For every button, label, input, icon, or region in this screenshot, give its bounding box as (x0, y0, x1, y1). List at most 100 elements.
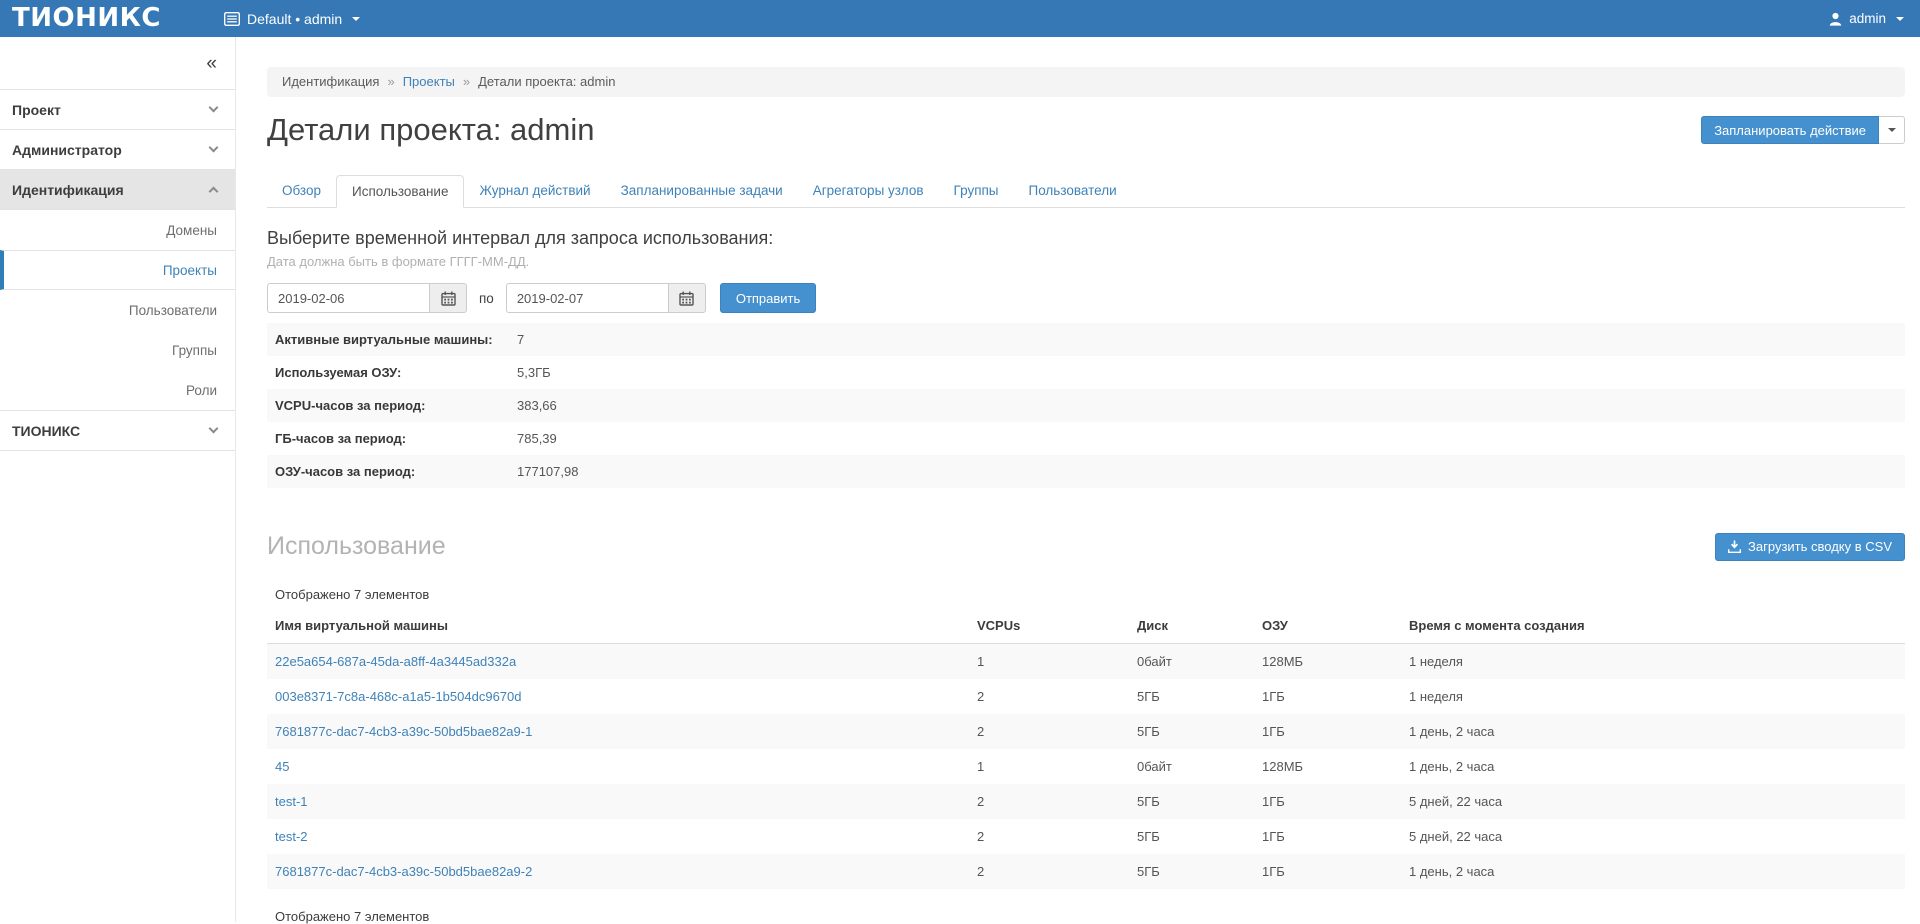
stat-label: VCPU-часов за период: (267, 398, 517, 413)
vm-name-link[interactable]: 7681877c-dac7-4cb3-a39c-50bd5bae82a9-1 (275, 724, 532, 739)
column-header-vcpus: VCPUs (969, 608, 1129, 644)
title-row: Детали проекта: admin Запланировать дейс… (267, 111, 1905, 149)
vm-name-cell: test-2 (267, 819, 969, 854)
usage-form-heading: Выберите временной интервал для запроса … (267, 228, 1905, 249)
breadcrumb-item: Идентификация (282, 74, 379, 89)
tab-action-log[interactable]: Журнал действий (464, 175, 605, 208)
vm-age-cell: 1 неделя (1401, 644, 1905, 679)
vm-age-cell: 1 день, 2 часа (1401, 714, 1905, 749)
vm-name-link[interactable]: 22e5a654-687a-45da-a8ff-4a3445ad332a (275, 654, 516, 669)
vm-age-cell: 1 день, 2 часа (1401, 854, 1905, 889)
vm-name-link[interactable]: 7681877c-dac7-4cb3-a39c-50bd5bae82a9-2 (275, 864, 532, 879)
caret-down-icon (1896, 17, 1904, 21)
vm-ram-cell: 128МБ (1254, 749, 1401, 784)
chevron-down-icon (209, 103, 219, 113)
tab-users[interactable]: Пользователи (1014, 175, 1132, 208)
vm-disk-cell: 5ГБ (1129, 679, 1254, 714)
chevron-down-icon (209, 424, 219, 434)
calendar-icon[interactable] (668, 283, 706, 313)
stat-label: ГБ-часов за период: (267, 431, 517, 446)
vm-ram-cell: 1ГБ (1254, 714, 1401, 749)
usage-section-title: Использование (267, 532, 446, 561)
sidebar-collapse-button[interactable]: « (206, 54, 217, 73)
to-label: по (479, 291, 494, 306)
date-to-input[interactable] (506, 283, 668, 313)
tab-overview[interactable]: Обзор (267, 175, 336, 208)
vm-disk-cell: 0байт (1129, 644, 1254, 679)
topbar: ТИОНИКС Default • admin admin (0, 0, 1920, 37)
context-switcher[interactable]: Default • admin (224, 11, 360, 27)
vm-name-cell: 7681877c-dac7-4cb3-a39c-50bd5bae82a9-1 (267, 714, 969, 749)
stat-label: ОЗУ-часов за период: (267, 464, 517, 479)
tab-scheduled-tasks[interactable]: Запланированные задачи (606, 175, 798, 208)
context-label: Default • admin (247, 11, 342, 27)
vm-vcpus-cell: 2 (969, 784, 1129, 819)
sidebar-section-label: ТИОНИКС (12, 423, 80, 439)
sidebar-item-users[interactable]: Пользователи (0, 290, 235, 330)
usage-stats: Активные виртуальные машины:7Используема… (267, 323, 1905, 488)
sidebar-item-groups[interactable]: Группы (0, 330, 235, 370)
schedule-action-dropdown-toggle[interactable] (1879, 116, 1905, 144)
vm-ram-cell: 1ГБ (1254, 784, 1401, 819)
vm-vcpus-cell: 2 (969, 679, 1129, 714)
download-csv-button[interactable]: Загрузить сводку в CSV (1715, 533, 1905, 561)
tab-usage[interactable]: Использование (336, 175, 464, 208)
date-from-input[interactable] (267, 283, 429, 313)
table-row: 003e8371-7c8a-468c-a1a5-1b504dc9670d 25ГБ… (267, 679, 1905, 714)
vm-age-cell: 5 дней, 22 часа (1401, 819, 1905, 854)
stat-row: ОЗУ-часов за период:177107,98 (267, 455, 1905, 488)
sidebar-sections: ПроектАдминистратор Идентификация ДоменыПр… (0, 90, 235, 451)
sidebar-item-roles[interactable]: Роли (0, 370, 235, 410)
stat-row: VCPU-часов за период:383,66 (267, 389, 1905, 422)
vm-vcpus-cell: 2 (969, 714, 1129, 749)
tab-groups[interactable]: Группы (939, 175, 1014, 208)
column-header-disk: Диск (1129, 608, 1254, 644)
page-title: Детали проекта: admin (267, 111, 594, 149)
vm-name-cell: 22e5a654-687a-45da-a8ff-4a3445ad332a (267, 644, 969, 679)
caret-down-icon (352, 17, 360, 21)
vm-usage-table: Имя виртуальной машиныVCPUsДискОЗУВремя … (267, 608, 1905, 889)
logo[interactable]: ТИОНИКС (0, 0, 224, 37)
sidebar-section-label: Идентификация (12, 182, 124, 198)
chevron-up-icon (209, 187, 219, 197)
vm-age-cell: 1 неделя (1401, 679, 1905, 714)
breadcrumb-item[interactable]: Проекты (403, 74, 455, 89)
vm-age-cell: 1 день, 2 часа (1401, 749, 1905, 784)
schedule-action-button[interactable]: Запланировать действие (1701, 116, 1879, 144)
vm-name-cell: 7681877c-dac7-4cb3-a39c-50bd5bae82a9-2 (267, 854, 969, 889)
sidebar-section-identity[interactable]: Идентификация (0, 170, 235, 210)
tab-host-aggregates[interactable]: Агрегаторы узлов (798, 175, 939, 208)
breadcrumb: Идентификация»Проекты»Детали проекта: ad… (267, 67, 1905, 97)
vm-vcpus-cell: 2 (969, 854, 1129, 889)
submit-button[interactable]: Отправить (720, 283, 816, 313)
sidebar-section-project[interactable]: Проект (0, 90, 235, 130)
stat-value: 383,66 (517, 398, 557, 413)
usage-form-hint: Дата должна быть в формате ГГГГ-ММ-ДД. (267, 254, 1905, 269)
vm-disk-cell: 5ГБ (1129, 819, 1254, 854)
table-header-row: Имя виртуальной машиныVCPUsДискОЗУВремя … (267, 608, 1905, 644)
vm-ram-cell: 128МБ (1254, 644, 1401, 679)
vm-name-link[interactable]: 003e8371-7c8a-468c-a1a5-1b504dc9670d (275, 689, 522, 704)
vm-disk-cell: 0байт (1129, 749, 1254, 784)
vm-vcpus-cell: 1 (969, 749, 1129, 784)
calendar-icon[interactable] (429, 283, 467, 313)
tab-bar: ОбзорИспользованиеЖурнал действийЗаплани… (267, 175, 1905, 208)
table-count-top: Отображено 7 элементов (267, 587, 1905, 602)
stat-label: Активные виртуальные машины: (267, 332, 517, 347)
download-csv-label: Загрузить сводку в CSV (1748, 539, 1892, 554)
stat-value: 177107,98 (517, 464, 578, 479)
sidebar-section-administrator[interactable]: Администратор (0, 130, 235, 170)
stat-row: ГБ-часов за период:785,39 (267, 422, 1905, 455)
vm-name-link[interactable]: test-1 (275, 794, 308, 809)
stat-value: 785,39 (517, 431, 557, 446)
vm-name-link[interactable]: test-2 (275, 829, 308, 844)
vm-name-link[interactable]: 45 (275, 759, 289, 774)
sidebar-section-tionix[interactable]: ТИОНИКС (0, 411, 235, 451)
user-menu[interactable]: admin (1829, 11, 1920, 26)
vm-disk-cell: 5ГБ (1129, 854, 1254, 889)
table-count-bottom: Отображено 7 элементов (267, 901, 1905, 924)
vm-disk-cell: 5ГБ (1129, 784, 1254, 819)
sidebar-item-projects[interactable]: Проекты (0, 250, 235, 290)
table-row: 7681877c-dac7-4cb3-a39c-50bd5bae82a9-125… (267, 714, 1905, 749)
sidebar-item-domains[interactable]: Домены (0, 210, 235, 250)
